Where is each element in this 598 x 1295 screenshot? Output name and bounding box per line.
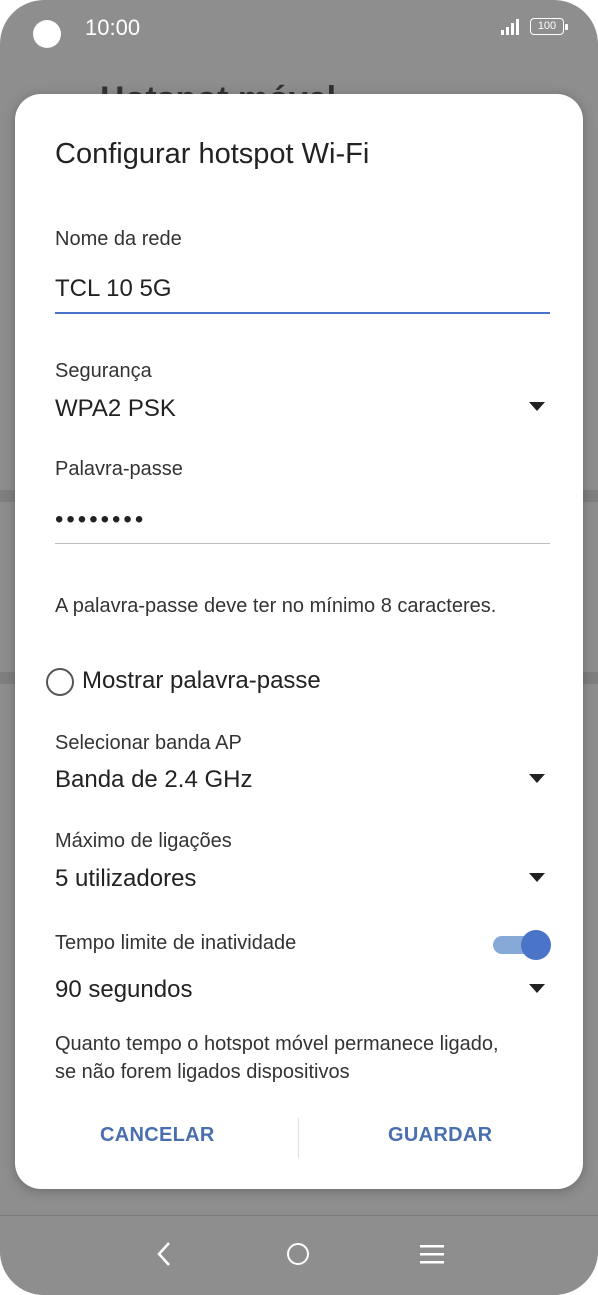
- status-time: 10:00: [85, 15, 141, 40]
- network-name-label: Nome da rede: [55, 228, 182, 250]
- security-dropdown[interactable]: WPA2 PSK: [55, 395, 176, 423]
- max-connections-dropdown-chevron-icon[interactable]: [529, 873, 545, 882]
- cancel-button[interactable]: CANCELAR: [100, 1124, 215, 1147]
- network-name-underline: [55, 312, 550, 314]
- password-underline: [55, 543, 550, 544]
- password-hint: A palavra-passe deve ter no mínimo 8 car…: [55, 595, 497, 617]
- network-name-input[interactable]: TCL 10 5G: [55, 275, 172, 303]
- navigation-bar: [0, 1215, 598, 1295]
- security-dropdown-chevron-icon[interactable]: [529, 402, 545, 411]
- security-label: Segurança: [55, 360, 152, 382]
- max-connections-label: Máximo de ligações: [55, 830, 232, 852]
- timeout-label: Tempo limite de inatividade: [55, 932, 297, 954]
- max-connections-dropdown[interactable]: 5 utilizadores: [55, 865, 196, 893]
- timeout-toggle[interactable]: [493, 930, 551, 960]
- show-password-checkbox[interactable]: [46, 668, 74, 696]
- timeout-dropdown-chevron-icon[interactable]: [529, 984, 545, 993]
- hotspot-config-dialog: Configurar hotspot Wi-Fi Nome da rede TC…: [15, 94, 583, 1189]
- signal-icon: [501, 19, 519, 35]
- toggle-knob: [521, 930, 551, 960]
- ap-band-dropdown[interactable]: Banda de 2.4 GHz: [55, 766, 252, 794]
- status-bar: 10:00 100: [0, 0, 598, 56]
- password-label: Palavra-passe: [55, 458, 183, 480]
- dialog-title: Configurar hotspot Wi-Fi: [55, 138, 370, 170]
- ap-band-dropdown-chevron-icon[interactable]: [529, 774, 545, 783]
- ap-band-label: Selecionar banda AP: [55, 732, 242, 754]
- button-divider: [298, 1118, 299, 1158]
- home-icon[interactable]: [287, 1243, 309, 1265]
- menu-icon[interactable]: [420, 1243, 444, 1265]
- battery-icon: 100: [530, 18, 568, 35]
- password-input[interactable]: ••••••••: [55, 506, 146, 534]
- save-button[interactable]: GUARDAR: [388, 1124, 492, 1147]
- phone-screen: 10:00 100 ‹ Hotspot móvel Configurar hot…: [0, 0, 598, 1295]
- timeout-hint: Quanto tempo o hotspot móvel permanece l…: [55, 1033, 499, 1083]
- back-icon[interactable]: [155, 1241, 173, 1267]
- timeout-dropdown[interactable]: 90 segundos: [55, 976, 192, 1004]
- camera-cutout: [33, 20, 61, 48]
- show-password-label[interactable]: Mostrar palavra-passe: [82, 667, 321, 695]
